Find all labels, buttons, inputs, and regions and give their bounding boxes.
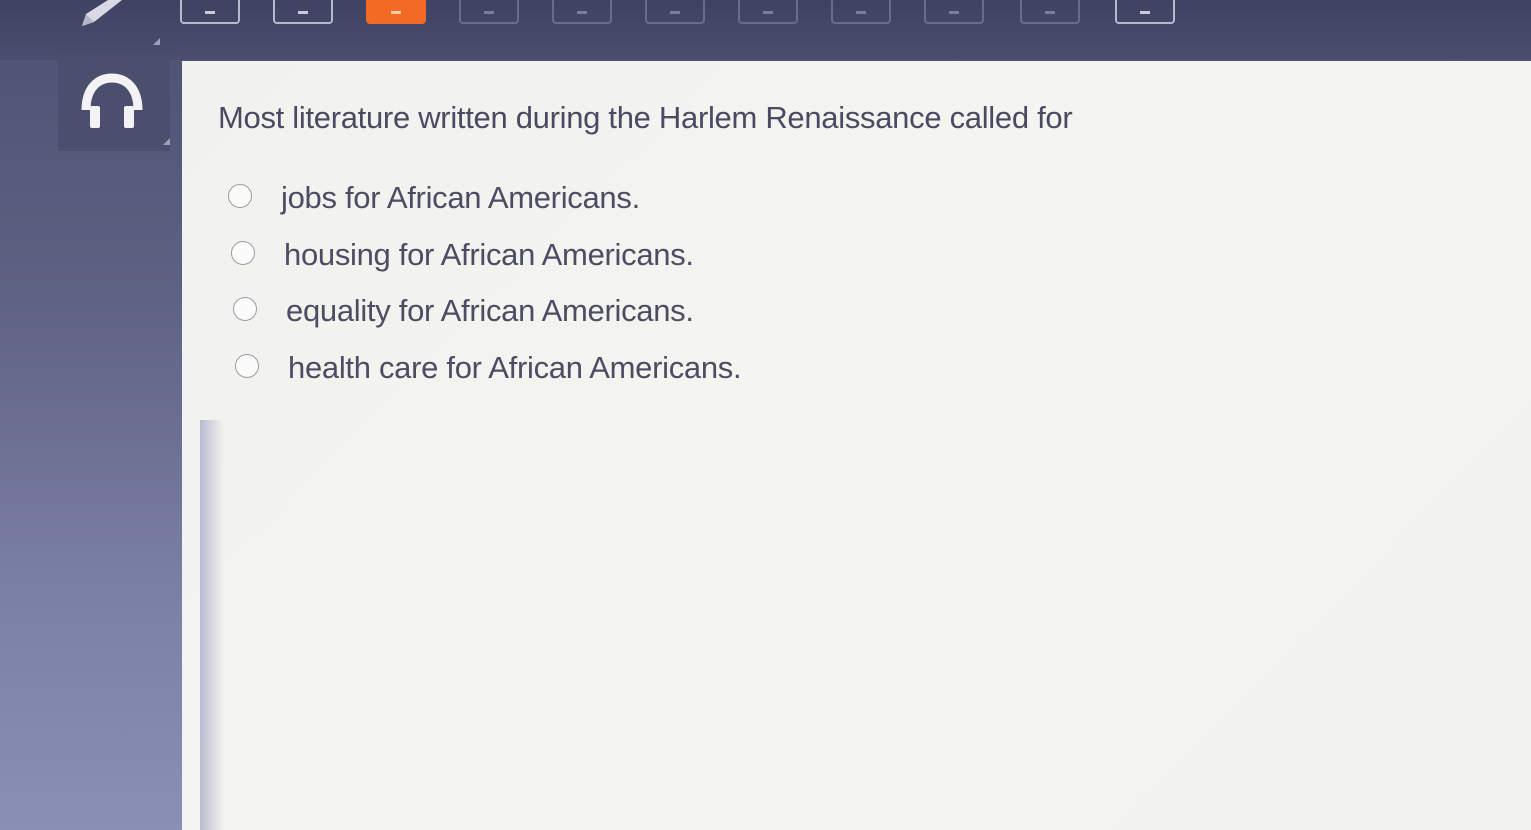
question-nav-button-next[interactable]: [1115, 0, 1175, 24]
radio-button[interactable]: [235, 353, 259, 378]
answer-options: jobs for African Americans. housing for …: [228, 176, 742, 403]
answer-option-label[interactable]: jobs for African Americans.: [281, 176, 640, 220]
question-nav-button-9[interactable]: [924, 0, 984, 24]
radio-button[interactable]: [231, 240, 255, 265]
question-nav-bar: [0, 0, 1531, 60]
headphones-icon[interactable]: [80, 72, 144, 132]
question-nav-button-8[interactable]: [831, 0, 891, 24]
radio-button[interactable]: [228, 184, 252, 208]
question-nav-button-5[interactable]: [552, 0, 612, 24]
collapse-arrow-icon[interactable]: [153, 38, 160, 45]
answer-option-label[interactable]: housing for African Americans.: [284, 233, 694, 277]
question-nav-button-current[interactable]: [366, 0, 426, 24]
question-nav-button-2[interactable]: [273, 0, 333, 24]
expand-arrow-icon[interactable]: [163, 138, 170, 145]
question-nav-button-7[interactable]: [738, 0, 798, 24]
answer-option-label[interactable]: health care for African Americans.: [288, 346, 742, 390]
answer-option[interactable]: jobs for African Americans.: [228, 176, 741, 233]
answer-option[interactable]: housing for African Americans.: [228, 233, 741, 290]
card-shadow-edge: [200, 420, 224, 830]
pencil-icon[interactable]: [78, 0, 128, 30]
answer-option-label[interactable]: equality for African Americans.: [286, 289, 694, 333]
question-nav-button-4[interactable]: [459, 0, 519, 24]
radio-button[interactable]: [233, 297, 257, 321]
answer-option[interactable]: equality for African Americans.: [228, 289, 741, 346]
answer-option[interactable]: health care for African Americans.: [228, 346, 742, 403]
question-prompt: Most literature written during the Harle…: [218, 100, 1073, 135]
question-nav-button-6[interactable]: [645, 0, 705, 24]
question-nav-button-10[interactable]: [1020, 0, 1080, 24]
question-nav-button-1[interactable]: [180, 0, 240, 24]
